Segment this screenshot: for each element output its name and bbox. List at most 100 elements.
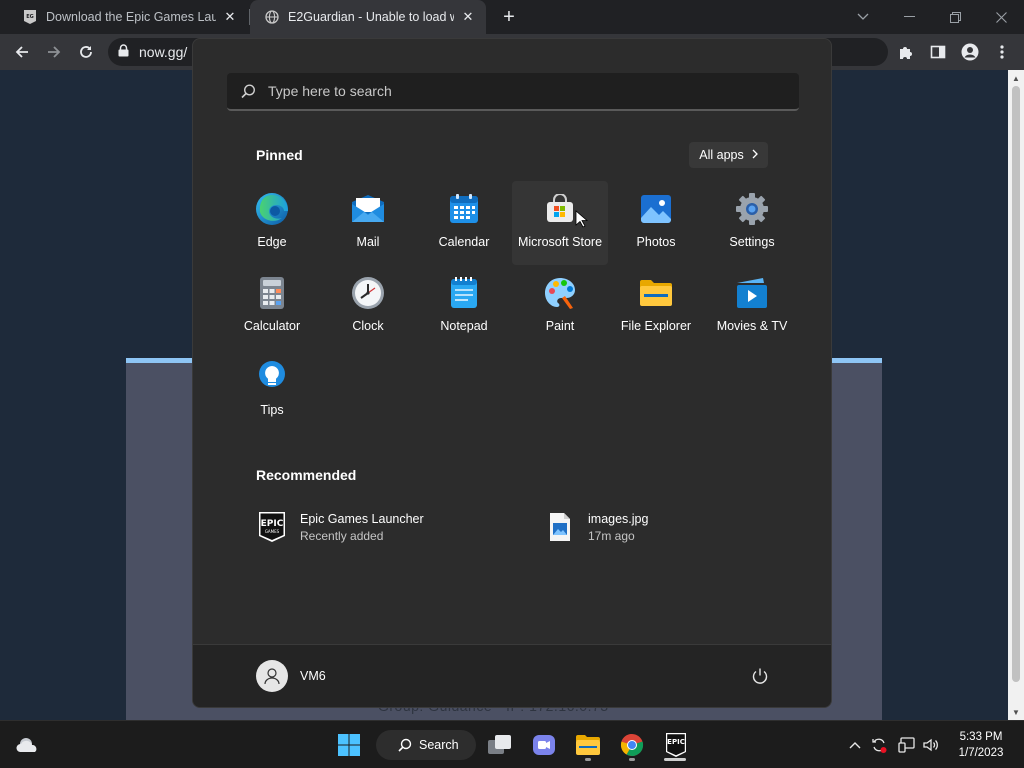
side-panel-icon[interactable]: [926, 40, 950, 64]
file-explorer-taskbar-icon[interactable]: [572, 729, 604, 761]
notepad-icon: [446, 275, 482, 311]
globe-icon: [264, 9, 280, 25]
app-label: Photos: [636, 235, 676, 249]
network-icon[interactable]: [897, 735, 917, 755]
url-text: now.gg/: [139, 44, 188, 60]
tab-epic-games[interactable]: EG Download the Epic Games Launcher ✕: [8, 0, 248, 34]
app-label: File Explorer: [620, 319, 692, 333]
weather-icon[interactable]: [12, 729, 44, 761]
pinned-app-microsoft-store[interactable]: Microsoft Store: [512, 181, 608, 265]
recommended-subtitle: 17m ago: [588, 528, 635, 543]
teams-chat-icon[interactable]: [528, 729, 560, 761]
pinned-app-calculator[interactable]: Calculator: [224, 265, 320, 349]
epic-favicon-icon: EG: [22, 9, 38, 25]
epic-games-icon: EPIC GAMES: [256, 511, 288, 543]
edge-icon: [254, 191, 290, 227]
taskbar-search-label: Search: [419, 738, 459, 752]
scroll-down-arrow-icon[interactable]: ▼: [1008, 704, 1024, 720]
tab-search-chevron-icon[interactable]: [840, 0, 886, 34]
app-label: Settings: [729, 235, 775, 249]
browser-menu-icon[interactable]: [990, 40, 1014, 64]
pinned-app-tips[interactable]: Tips: [224, 349, 320, 433]
close-window-button[interactable]: [978, 0, 1024, 34]
volume-icon[interactable]: [921, 735, 941, 755]
user-avatar[interactable]: [256, 660, 288, 692]
start-search-input[interactable]: Type here to search: [227, 73, 799, 111]
epic-logo-text: EPIC: [667, 738, 685, 746]
pinned-app-settings[interactable]: Settings: [704, 181, 800, 265]
taskbar: Search EPIC 5:33 PM 1/7/2023: [0, 720, 1024, 768]
clock-time: 5:33 PM: [959, 731, 1003, 743]
pinned-app-clock[interactable]: Clock: [320, 265, 416, 349]
recommended-item-epic-games[interactable]: EPIC GAMES Epic Games Launcher Recently …: [256, 511, 424, 543]
taskbar-search-button[interactable]: Search: [376, 730, 476, 760]
search-icon: [241, 83, 256, 99]
pinned-app-paint[interactable]: Paint: [512, 265, 608, 349]
tips-lightbulb-icon: [254, 359, 290, 395]
app-label: Clock: [352, 319, 384, 333]
store-icon: [542, 191, 578, 227]
photos-icon: [638, 191, 674, 227]
reload-icon[interactable]: [74, 40, 98, 64]
search-icon: [398, 738, 412, 752]
scrollbar-thumb[interactable]: [1012, 86, 1020, 682]
svg-text:EG: EG: [26, 14, 34, 20]
paint-palette-icon: [542, 275, 578, 311]
recommended-name: images.jpg: [588, 511, 649, 526]
image-file-icon: [544, 511, 576, 543]
task-view-icon[interactable]: [484, 729, 516, 761]
epic-games-taskbar-icon[interactable]: EPIC: [660, 729, 692, 761]
page-scrollbar[interactable]: ▲ ▼: [1008, 70, 1024, 720]
forward-arrow-icon[interactable]: [42, 40, 66, 64]
pinned-app-file-explorer[interactable]: File Explorer: [608, 265, 704, 349]
settings-gear-icon: [734, 191, 770, 227]
close-tab-icon[interactable]: ✕: [460, 9, 476, 25]
tab-title: E2Guardian - Unable to load web page: [288, 10, 454, 24]
pinned-app-photos[interactable]: Photos: [608, 181, 704, 265]
profile-icon[interactable]: [958, 40, 982, 64]
search-placeholder: Type here to search: [268, 83, 392, 99]
power-icon[interactable]: [749, 665, 771, 687]
show-hidden-icons-chevron-icon[interactable]: [845, 735, 865, 755]
tab-title: Download the Epic Games Launcher: [46, 10, 216, 24]
windows-start-icon[interactable]: [333, 729, 365, 761]
pinned-app-movies-tv[interactable]: Movies & TV: [704, 265, 800, 349]
scroll-up-arrow-icon[interactable]: ▲: [1008, 70, 1024, 86]
running-indicator: [585, 758, 591, 761]
recommended-subtitle: Recently added: [300, 528, 384, 543]
pinned-app-edge[interactable]: Edge: [224, 181, 320, 265]
running-indicator: [629, 758, 635, 761]
app-label: Calendar: [438, 235, 490, 249]
close-tab-icon[interactable]: ✕: [222, 9, 238, 25]
taskbar-clock[interactable]: 5:33 PM 1/7/2023: [948, 729, 1014, 761]
tab-e2guardian[interactable]: E2Guardian - Unable to load web page ✕: [250, 0, 486, 34]
mouse-cursor-icon: [575, 210, 589, 233]
new-tab-button[interactable]: +: [498, 6, 520, 28]
lock-icon: [118, 44, 129, 60]
app-label: Edge: [257, 235, 287, 249]
start-menu-footer: VM6: [193, 644, 831, 707]
pinned-app-notepad[interactable]: Notepad: [416, 265, 512, 349]
back-arrow-icon[interactable]: [10, 40, 34, 64]
svg-text:EPIC: EPIC: [261, 519, 284, 529]
recommended-name: Epic Games Launcher: [300, 511, 424, 526]
user-name[interactable]: VM6: [300, 669, 326, 683]
chrome-icon[interactable]: [616, 729, 648, 761]
all-apps-button[interactable]: All apps: [689, 142, 768, 168]
extensions-puzzle-icon[interactable]: [894, 40, 918, 64]
recommended-text: Epic Games Launcher Recently added: [300, 512, 424, 543]
minimize-button[interactable]: [886, 0, 932, 34]
app-label: Tips: [260, 403, 284, 417]
chevron-right-icon: [752, 149, 758, 162]
svg-text:GAMES: GAMES: [265, 529, 280, 534]
browser-tab-strip: EG Download the Epic Games Launcher ✕ E2…: [0, 0, 1024, 34]
pinned-app-mail[interactable]: Mail: [320, 181, 416, 265]
pinned-heading: Pinned: [256, 147, 303, 163]
pinned-app-calendar[interactable]: Calendar: [416, 181, 512, 265]
all-apps-label: All apps: [699, 148, 744, 162]
sync-alert-icon[interactable]: [869, 735, 889, 755]
mail-icon: [350, 191, 386, 227]
app-label: Movies & TV: [716, 319, 788, 333]
recommended-item-images-jpg[interactable]: images.jpg 17m ago: [544, 511, 648, 543]
restore-button[interactable]: [932, 0, 978, 34]
